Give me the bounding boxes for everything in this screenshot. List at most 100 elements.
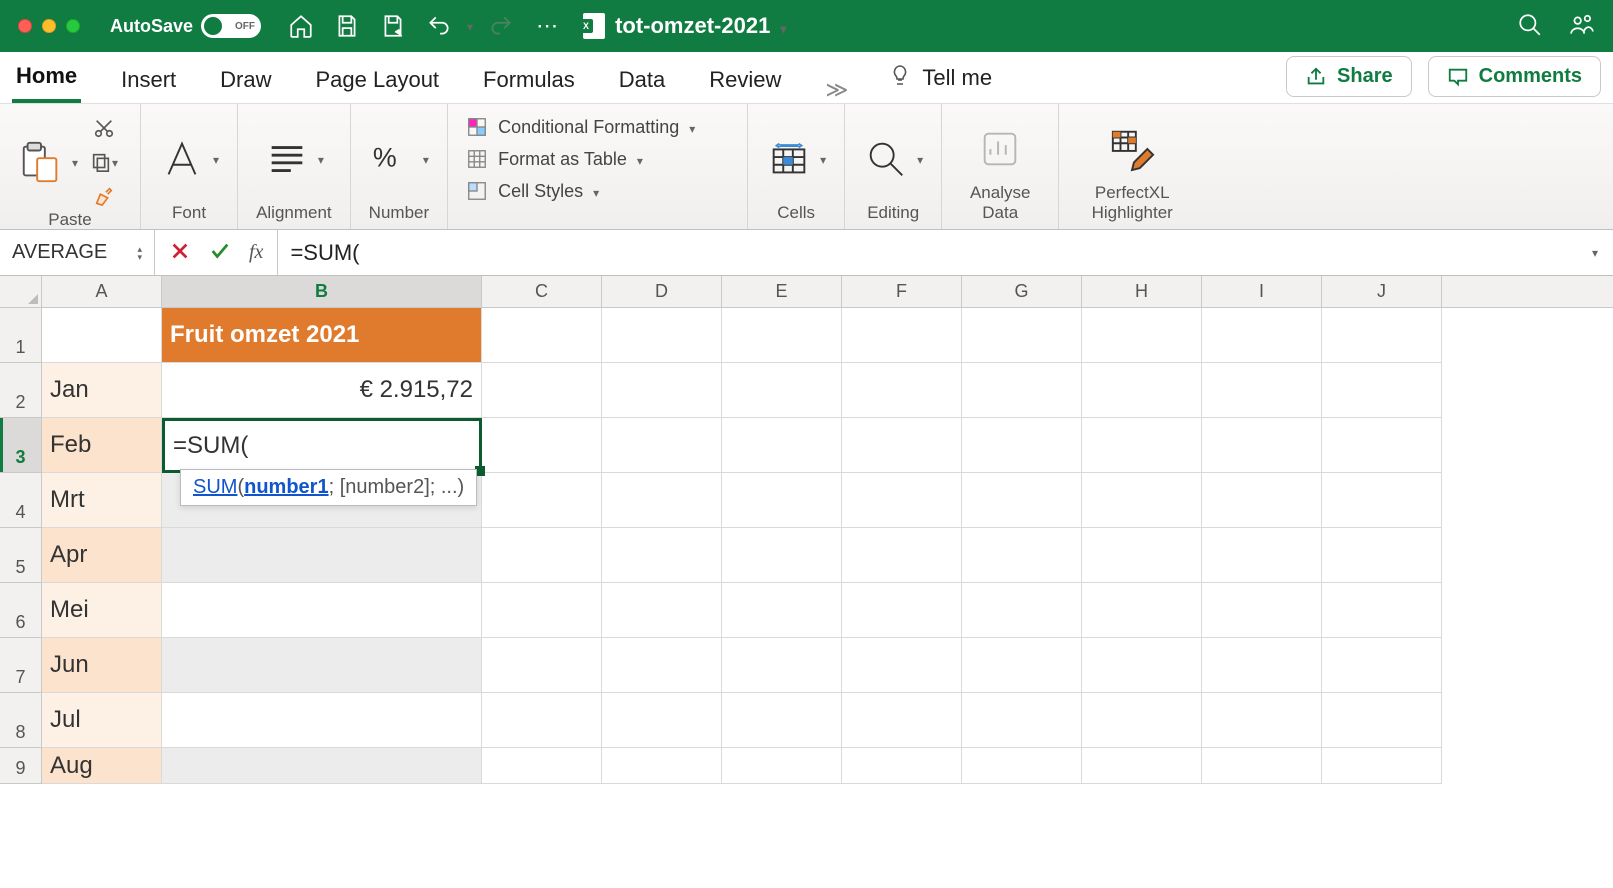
cell-F7[interactable] [842,638,962,693]
search-icon[interactable] [1517,12,1543,41]
cell-B7[interactable] [162,638,482,693]
cell-J4[interactable] [1322,473,1442,528]
cell-styles-button[interactable]: Cell Styles [466,178,729,204]
row-header-8[interactable]: 8 [0,693,42,748]
cell-A6[interactable]: Mei [42,583,162,638]
cell-E2[interactable] [722,363,842,418]
row-header-5[interactable]: 5 [0,528,42,583]
cell-H1[interactable] [1082,308,1202,363]
cell-D4[interactable] [602,473,722,528]
row-header-4[interactable]: 4 [0,473,42,528]
formula-bar-expand[interactable]: ▾ [1577,230,1613,275]
cell-A5[interactable]: Apr [42,528,162,583]
cell-B9[interactable] [162,748,482,784]
cell-G6[interactable] [962,583,1082,638]
home-icon[interactable] [283,8,319,44]
undo-icon[interactable] [421,8,457,44]
cell-I3[interactable] [1202,418,1322,473]
cell-D2[interactable] [602,363,722,418]
paste-button[interactable] [18,139,64,185]
perfectxl-highlighter-button[interactable] [1109,126,1155,172]
analyse-data-button[interactable] [977,126,1023,172]
format-table-dropdown[interactable] [637,149,643,170]
undo-dropdown[interactable] [467,18,473,34]
share-button[interactable]: Share [1286,56,1412,97]
alignment-button[interactable] [264,136,310,182]
cell-F2[interactable] [842,363,962,418]
conditional-formatting-button[interactable]: Conditional Formatting [466,114,729,140]
cell-D1[interactable] [602,308,722,363]
cell-G7[interactable] [962,638,1082,693]
cell-D6[interactable] [602,583,722,638]
maximize-window-button[interactable] [66,19,80,33]
cell-D7[interactable] [602,638,722,693]
paste-dropdown[interactable] [72,154,78,170]
cell-A4[interactable]: Mrt [42,473,162,528]
cell-J8[interactable] [1322,693,1442,748]
cell-D5[interactable] [602,528,722,583]
tooltip-fn[interactable]: SUM [193,476,237,498]
tabs-overflow-icon[interactable]: ≫ [825,77,848,103]
column-header-F[interactable]: F [842,276,962,307]
cell-B8[interactable] [162,693,482,748]
cells-button[interactable] [766,136,812,182]
cell-J6[interactable] [1322,583,1442,638]
cell-E8[interactable] [722,693,842,748]
copy-dropdown[interactable] [112,154,118,170]
cell-G2[interactable] [962,363,1082,418]
cell-B5[interactable] [162,528,482,583]
save-icon[interactable] [329,8,365,44]
editing-button[interactable] [863,136,909,182]
cell-C1[interactable] [482,308,602,363]
redo-icon[interactable] [483,8,519,44]
cell-I4[interactable] [1202,473,1322,528]
cell-J9[interactable] [1322,748,1442,784]
file-dropdown-icon[interactable] [780,13,786,39]
cell-H7[interactable] [1082,638,1202,693]
cell-F9[interactable] [842,748,962,784]
column-header-B[interactable]: B [162,276,482,307]
cell-C4[interactable] [482,473,602,528]
cell-E4[interactable] [722,473,842,528]
minimize-window-button[interactable] [42,19,56,33]
cell-J5[interactable] [1322,528,1442,583]
cell-styles-dropdown[interactable] [593,181,599,202]
cell-A8[interactable]: Jul [42,693,162,748]
cell-G3[interactable] [962,418,1082,473]
cell-C5[interactable] [482,528,602,583]
name-box-stepper[interactable]: ▴▾ [137,245,142,261]
cell-D8[interactable] [602,693,722,748]
cell-A2[interactable]: Jan [42,363,162,418]
tab-review[interactable]: Review [705,57,785,103]
cell-H9[interactable] [1082,748,1202,784]
number-button[interactable]: % [369,136,415,182]
cell-B3[interactable]: =SUM( [162,418,482,473]
tooltip-active-arg[interactable]: number1 [244,476,328,498]
cell-F3[interactable] [842,418,962,473]
row-header-1[interactable]: 1 [0,308,42,363]
cell-C3[interactable] [482,418,602,473]
tab-formulas[interactable]: Formulas [479,57,579,103]
alignment-dropdown[interactable] [318,151,324,167]
cell-H4[interactable] [1082,473,1202,528]
cell-I2[interactable] [1202,363,1322,418]
cell-E9[interactable] [722,748,842,784]
format-painter-button[interactable] [86,182,122,210]
cell-I8[interactable] [1202,693,1322,748]
cell-B1[interactable]: Fruit omzet 2021 [162,308,482,363]
confirm-formula-button[interactable] [209,240,231,265]
column-header-J[interactable]: J [1322,276,1442,307]
cell-E3[interactable] [722,418,842,473]
cell-D3[interactable] [602,418,722,473]
cell-A1[interactable] [42,308,162,363]
cut-button[interactable] [86,114,122,142]
cell-J3[interactable] [1322,418,1442,473]
row-header-7[interactable]: 7 [0,638,42,693]
column-header-I[interactable]: I [1202,276,1322,307]
copy-button[interactable] [86,148,122,176]
cell-C8[interactable] [482,693,602,748]
editing-dropdown[interactable] [917,151,923,167]
close-window-button[interactable] [18,19,32,33]
cell-H6[interactable] [1082,583,1202,638]
cell-I7[interactable] [1202,638,1322,693]
